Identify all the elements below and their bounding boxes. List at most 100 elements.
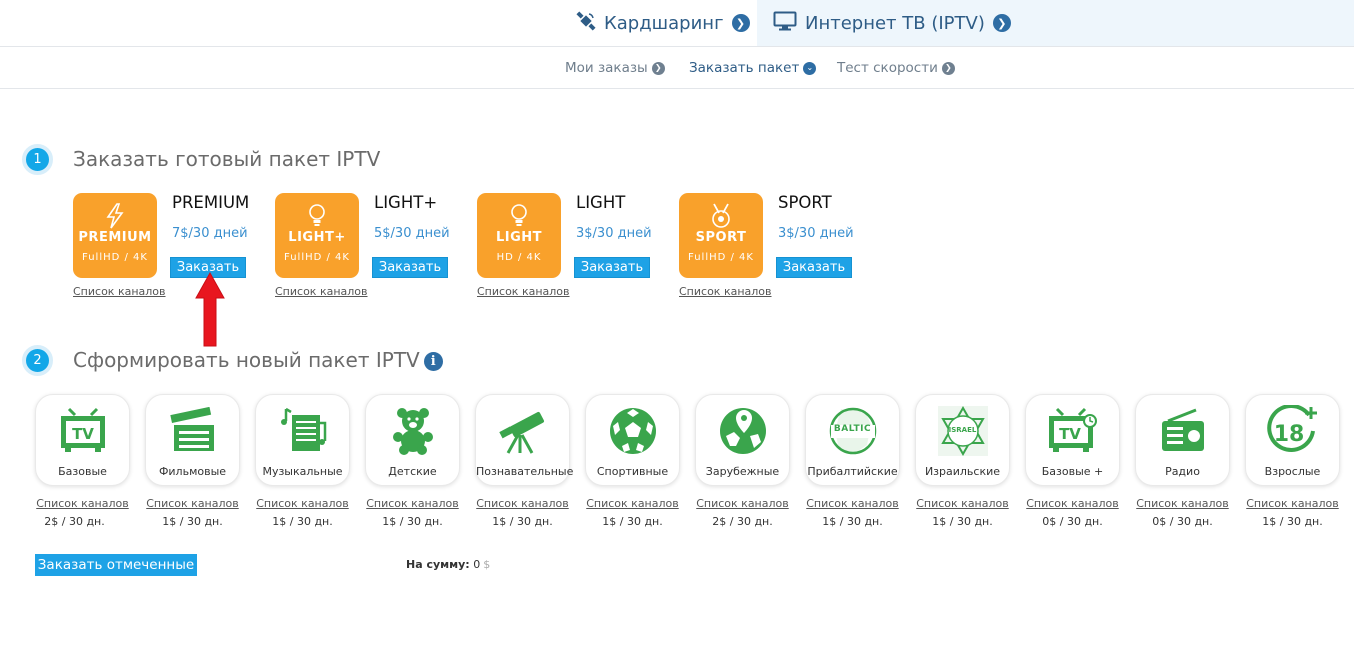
category-price: 1$ / 30 дн. xyxy=(932,515,993,528)
category-price: 2$ / 30 дн. xyxy=(44,515,105,528)
channel-list-link[interactable]: Список каналов xyxy=(695,497,790,510)
package-title: SPORT xyxy=(778,193,832,212)
tv-plus-icon: TV xyxy=(1026,405,1119,457)
category-tile-israeli[interactable]: ISRAEL Израильские xyxy=(915,394,1010,486)
teddy-bear-icon xyxy=(366,405,459,457)
step-number-2: 2 xyxy=(22,345,53,376)
channel-list-link[interactable]: Список каналов xyxy=(679,285,772,298)
category-tile-radio[interactable]: Радио xyxy=(1135,394,1230,486)
package-title: PREMIUM xyxy=(172,193,250,212)
package-price: 5$/30 дней xyxy=(374,226,450,241)
svg-text:18: 18 xyxy=(1273,422,1304,447)
category-tile-baltic[interactable]: BALTIC Прибалтийские xyxy=(805,394,900,486)
clapperboard-icon xyxy=(146,405,239,457)
order-checked-button[interactable]: Заказать отмеченные xyxy=(35,554,197,576)
category-tile-music[interactable]: Музыкальные xyxy=(255,394,350,486)
package-light-badge[interactable]: LIGHT HD / 4K xyxy=(477,193,561,278)
package-badge-quality: HD / 4K xyxy=(496,252,542,263)
channel-list-link[interactable]: Список каналов xyxy=(585,497,680,510)
music-icon xyxy=(256,405,349,457)
radio-icon xyxy=(1136,405,1229,457)
satellite-icon xyxy=(576,10,596,36)
order-light-plus-button[interactable]: Заказать xyxy=(372,257,448,278)
chevron-right-icon: ❯ xyxy=(941,61,955,75)
category-label: Фильмовые xyxy=(158,465,227,478)
category-label: Зарубежные xyxy=(705,465,780,478)
channel-list-link[interactable]: Список каналов xyxy=(255,497,350,510)
tab-cardsharing[interactable]: Кардшаринг ❯ xyxy=(560,0,766,46)
baltic-badge-text: BALTIC xyxy=(833,424,872,434)
section1-title: Заказать готовый пакет IPTV xyxy=(73,147,381,171)
category-price: 2$ / 30 дн. xyxy=(712,515,773,528)
category-tile-kids[interactable]: Детские xyxy=(365,394,460,486)
category-price: 1$ / 30 дн. xyxy=(822,515,883,528)
category-tile-educational[interactable]: Познавательные xyxy=(475,394,574,486)
package-badge-name: SPORT xyxy=(695,230,747,245)
category-label: Базовые xyxy=(58,465,107,478)
category-tile-sports[interactable]: Спортивные xyxy=(585,394,680,486)
category-price: 0$ / 30 дн. xyxy=(1152,515,1213,528)
package-light-plus-badge[interactable]: LIGHT+ FullHD / 4K xyxy=(275,193,359,278)
telescope-icon xyxy=(476,405,569,457)
israel-badge-text: ISRAEL xyxy=(948,426,977,434)
package-badge-name: PREMIUM xyxy=(78,230,152,245)
package-badge-quality: FullHD / 4K xyxy=(688,252,754,263)
package-badge-quality: FullHD / 4K xyxy=(82,252,148,263)
category-price: 1$ / 30 дн. xyxy=(382,515,443,528)
baltic-badge-icon: BALTIC xyxy=(806,405,899,457)
category-price: 0$ / 30 дн. xyxy=(1042,515,1103,528)
category-label: Познавательные xyxy=(476,465,574,478)
sum-currency: $ xyxy=(483,558,491,571)
channel-list-link[interactable]: Список каналов xyxy=(477,285,570,298)
tab-iptv[interactable]: Интернет ТВ (IPTV) ❯ xyxy=(757,0,1354,46)
package-price: 3$/30 дней xyxy=(576,226,652,241)
category-tile-adult[interactable]: 18 Взрослые xyxy=(1245,394,1340,486)
channel-list-link[interactable]: Список каналов xyxy=(365,497,460,510)
tv-icon: TV xyxy=(36,405,129,457)
category-label: Израильские xyxy=(924,465,1001,478)
channel-list-link[interactable]: Список каналов xyxy=(1245,497,1340,510)
category-label: Прибалтийские xyxy=(807,465,898,478)
category-tile-movies[interactable]: Фильмовые xyxy=(145,394,240,486)
package-sport-badge[interactable]: SPORT FullHD / 4K xyxy=(679,193,763,278)
package-badge-name: LIGHT xyxy=(495,230,543,245)
svg-text:TV: TV xyxy=(72,425,94,443)
tab-iptv-label: Интернет ТВ (IPTV) xyxy=(805,12,985,34)
channel-list-link[interactable]: Список каналов xyxy=(73,285,166,298)
channel-list-link[interactable]: Список каналов xyxy=(1135,497,1230,510)
category-tile-basic[interactable]: TV Базовые xyxy=(35,394,130,486)
subnav-speed-test[interactable]: Тест скорости ❯ xyxy=(837,60,955,76)
channel-list-link[interactable]: Список каналов xyxy=(805,497,900,510)
channel-list-link[interactable]: Список каналов xyxy=(915,497,1010,510)
channel-list-link[interactable]: Список каналов xyxy=(1025,497,1120,510)
category-label: Взрослые xyxy=(1264,465,1321,478)
channel-list-link[interactable]: Список каналов xyxy=(475,497,570,510)
category-label: Спортивные xyxy=(596,465,669,478)
medal-icon xyxy=(679,203,763,229)
order-sport-button[interactable]: Заказать xyxy=(776,257,852,278)
globe-pin-icon xyxy=(696,405,789,457)
category-tile-foreign[interactable]: Зарубежные xyxy=(695,394,790,486)
package-premium-badge[interactable]: PREMIUM FullHD / 4K xyxy=(73,193,157,278)
top-nav: Кардшаринг ❯ Интернет ТВ (IPTV) ❯ xyxy=(0,0,1354,47)
sub-nav: Мои заказы ❯ Заказать пакет ⌄ Тест скоро… xyxy=(0,48,1354,89)
chevron-right-icon: ❯ xyxy=(731,14,750,32)
channel-list-link[interactable]: Список каналов xyxy=(145,497,240,510)
package-badge-quality: FullHD / 4K xyxy=(284,252,350,263)
section2-title-wrap: Сформировать новый пакет IPTV i xyxy=(73,348,443,372)
category-tile-basic-plus[interactable]: TV Базовые + xyxy=(1025,394,1120,486)
subnav-my-orders[interactable]: Мои заказы ❯ xyxy=(565,60,665,76)
category-label: Музыкальные xyxy=(262,465,343,478)
monitor-icon xyxy=(773,11,797,36)
subnav-speed-test-label: Тест скорости xyxy=(837,60,938,76)
order-light-button[interactable]: Заказать xyxy=(574,257,650,278)
package-price: 7$/30 дней xyxy=(172,226,248,241)
channel-list-link[interactable]: Список каналов xyxy=(275,285,368,298)
package-title: LIGHT xyxy=(576,193,626,212)
package-title: LIGHT+ xyxy=(374,193,438,212)
adult-18-icon: 18 xyxy=(1246,405,1339,457)
info-icon[interactable]: i xyxy=(423,352,443,371)
package-price: 3$/30 дней xyxy=(778,226,854,241)
channel-list-link[interactable]: Список каналов xyxy=(35,497,130,510)
subnav-order-package[interactable]: Заказать пакет ⌄ xyxy=(689,60,817,76)
